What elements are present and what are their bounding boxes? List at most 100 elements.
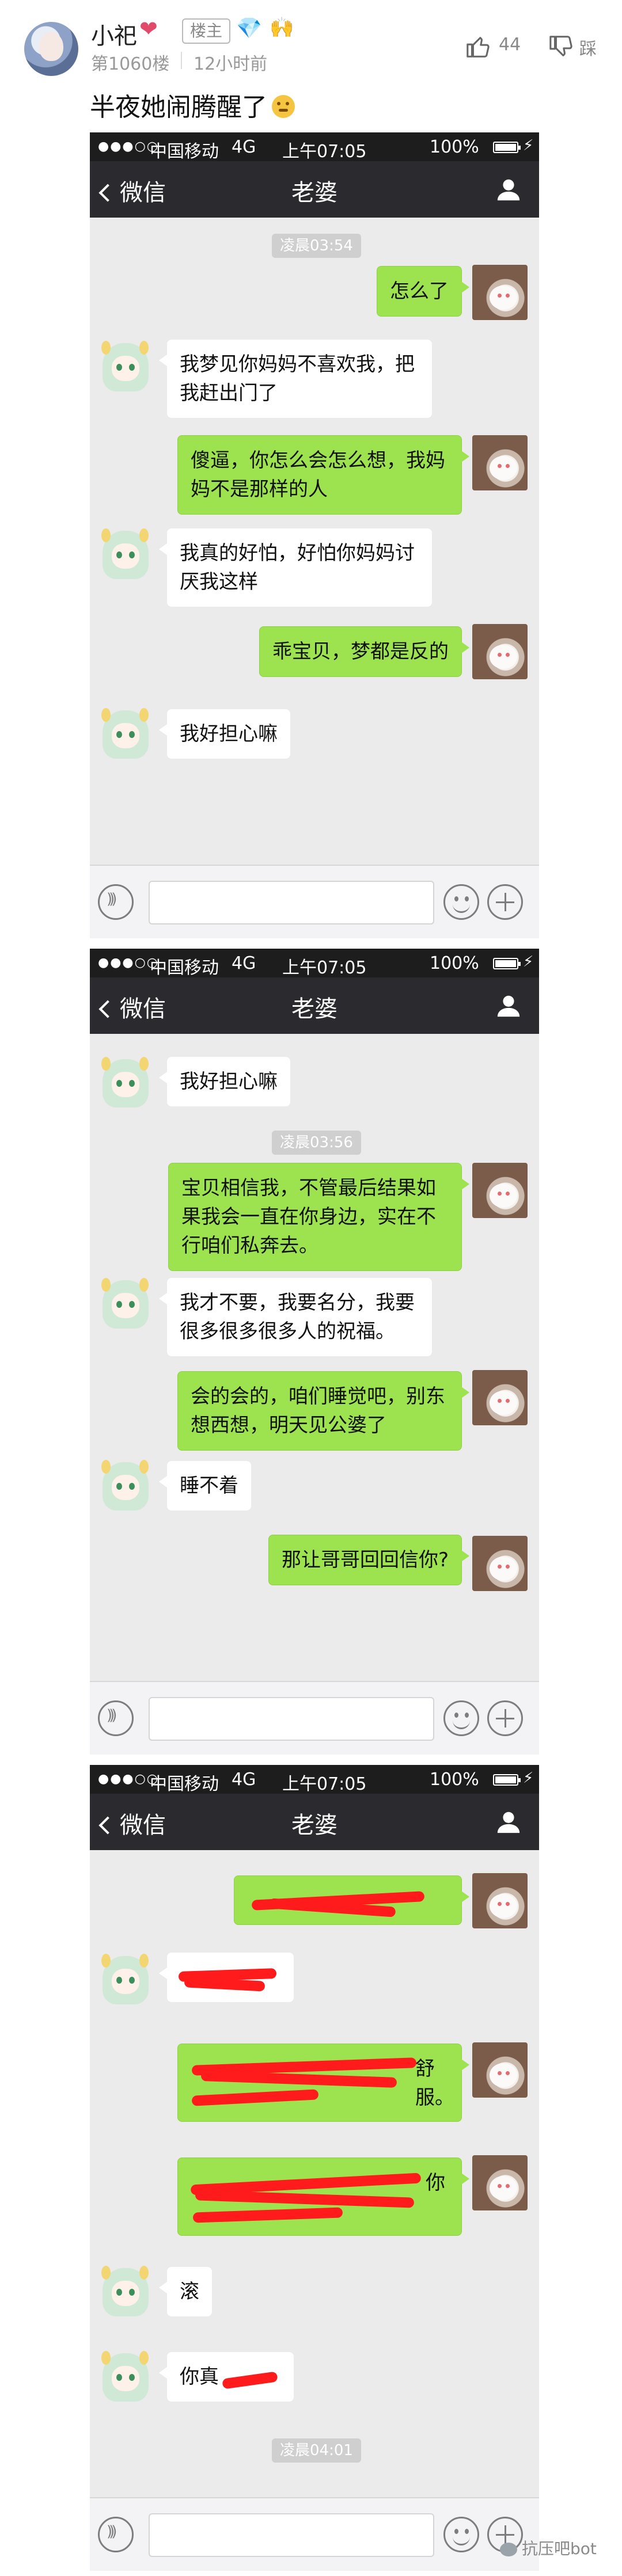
battery-percent: 100% <box>430 137 479 157</box>
voice-input-icon[interactable] <box>98 1700 134 1736</box>
like-count: 44 <box>499 35 521 55</box>
message-bubble-sent[interactable]: 会的会的，咱们睡觉吧，别东想西想，明天见公婆了 <box>177 1371 469 1451</box>
contact-avatar[interactable] <box>98 1057 153 1112</box>
charging-icon: ⚡ <box>523 137 534 154</box>
status-clock: 上午07:05 <box>282 142 367 162</box>
message-timestamp: 凌晨03:56 <box>272 1131 361 1155</box>
contact-profile-icon[interactable] <box>495 992 522 1019</box>
message-bubble-received[interactable]: 睡不着 <box>159 1461 251 1510</box>
contact-avatar[interactable] <box>98 2266 153 2321</box>
chat-title: 老婆 <box>291 180 337 206</box>
level-icon: 🙌 <box>270 16 294 39</box>
charging-icon: ⚡ <box>523 1770 534 1787</box>
charging-icon: ⚡ <box>523 953 534 971</box>
contact-profile-icon[interactable] <box>495 1809 522 1835</box>
battery-icon <box>493 1774 521 1786</box>
sleepy-emoji-icon <box>272 95 295 118</box>
contact-avatar[interactable] <box>98 1278 153 1333</box>
my-avatar[interactable] <box>472 1873 528 1928</box>
more-plus-icon[interactable] <box>487 1700 523 1736</box>
my-avatar[interactable] <box>472 624 528 679</box>
carrier-label: 中国移动 <box>150 142 219 162</box>
message-bubble-sent[interactable]: 傻逼，你怎么会怎么想，我妈妈不是那样的人 <box>177 435 469 515</box>
message-timestamp: 凌晨03:54 <box>272 234 361 258</box>
chat-title: 老婆 <box>291 996 337 1022</box>
emoji-icon[interactable] <box>443 884 479 920</box>
message-bubble-sent[interactable]: 你 <box>177 2158 469 2236</box>
post-header: 小祀 ❤ 楼主 💎 🙌 第1060楼 12小时前 44 踩 <box>0 0 622 86</box>
message-bubble-received[interactable]: 滚 <box>159 2267 212 2316</box>
message-bubble-received[interactable]: 我好担心嘛 <box>159 709 290 759</box>
battery-percent: 100% <box>430 1770 479 1790</box>
battery-percent: 100% <box>430 953 479 973</box>
diamond-icon: 💎 <box>236 17 262 40</box>
message-bubble-sent[interactable]: 舒服。 <box>177 2044 469 2122</box>
message-bubble-sent[interactable] <box>234 1875 469 1925</box>
network-label: 4G <box>232 953 256 973</box>
post-time: 12小时前 <box>194 54 268 74</box>
contact-avatar[interactable] <box>98 2351 153 2406</box>
my-avatar[interactable] <box>472 2042 528 2098</box>
input-bar <box>90 1681 539 1755</box>
contact-avatar[interactable] <box>98 341 153 396</box>
red-redaction-scribble <box>195 2190 415 2208</box>
my-avatar[interactable] <box>472 1536 528 1591</box>
emoji-icon[interactable] <box>443 2517 479 2552</box>
emoji-icon[interactable] <box>443 1700 479 1736</box>
message-bubble-received[interactable]: 我才不要，我要名分，我要很多很多很多人的祝福。 <box>159 1278 432 1356</box>
message-bubble-received[interactable] <box>159 1953 294 2002</box>
username[interactable]: 小祀 <box>91 17 137 51</box>
voice-input-icon[interactable] <box>98 884 134 920</box>
contact-avatar[interactable] <box>98 708 153 763</box>
redacted-text-tail: 你 <box>426 2171 445 2194</box>
contact-avatar[interactable] <box>98 528 153 584</box>
status-bar: ●●●○○ 中国移动 4G 上午07:05 100% ⚡ <box>90 132 539 162</box>
battery-icon <box>493 958 521 969</box>
red-redaction-scribble <box>200 2071 397 2088</box>
floor-number: 第1060楼 <box>91 54 170 74</box>
partial-text: 你真 <box>180 2365 219 2388</box>
thumbs-up-icon[interactable] <box>465 33 492 60</box>
divider <box>181 52 182 69</box>
message-input[interactable] <box>149 881 434 924</box>
watermark: 抗压吧bot <box>500 2536 597 2559</box>
my-avatar[interactable] <box>472 2155 528 2210</box>
message-bubble-sent[interactable]: 那让哥哥回回信你? <box>268 1535 470 1585</box>
dislike-label: 踩 <box>579 39 597 59</box>
chat-navbar: 微信 老婆 <box>90 1794 539 1850</box>
message-timestamp: 凌晨04:01 <box>272 2438 361 2463</box>
more-plus-icon[interactable] <box>487 884 523 920</box>
my-avatar[interactable] <box>472 1163 528 1218</box>
post-title-text: 半夜她闹腾醒了 <box>90 93 267 122</box>
thumbs-down-icon[interactable] <box>548 33 575 60</box>
contact-profile-icon[interactable] <box>495 176 522 203</box>
red-redaction-scribble <box>191 2089 319 2106</box>
network-label: 4G <box>232 1770 256 1790</box>
chat-screenshot-2: ●●●○○ 中国移动 4G 上午07:05 100% ⚡ 微信 老婆 我好担心嘛… <box>90 949 539 1755</box>
my-avatar[interactable] <box>472 265 528 320</box>
my-avatar[interactable] <box>472 1370 528 1425</box>
input-bar <box>90 2497 539 2571</box>
my-avatar[interactable] <box>472 435 528 490</box>
message-input[interactable] <box>149 2513 434 2557</box>
message-bubble-received[interactable]: 我真的好怕，好怕你妈妈讨厌我这样 <box>159 528 432 607</box>
message-bubble-received[interactable]: 我梦见你妈妈不喜欢我，把我赶出门了 <box>159 340 432 418</box>
contact-avatar[interactable] <box>98 1460 153 1515</box>
message-bubble-sent[interactable]: 怎么了 <box>377 266 469 317</box>
message-bubble-sent[interactable]: 乖宝贝，梦都是反的 <box>259 626 469 677</box>
input-bar <box>90 865 539 938</box>
contact-avatar[interactable] <box>98 1954 153 2009</box>
status-clock: 上午07:05 <box>282 1774 367 1794</box>
voice-input-icon[interactable] <box>98 2517 134 2552</box>
red-redaction-scribble <box>192 2207 343 2223</box>
message-bubble-sent[interactable]: 宝贝相信我，不管最后结果如果我会一直在你身边，实在不行咱们私奔去。 <box>168 1163 469 1271</box>
post-title: 半夜她闹腾醒了 <box>90 86 295 123</box>
carrier-label: 中国移动 <box>150 1774 219 1794</box>
carrier-label: 中国移动 <box>150 958 219 978</box>
chat-screenshot-3: ●●●○○ 中国移动 4G 上午07:05 100% ⚡ 微信 老婆 舒服。 你… <box>90 1765 539 2571</box>
message-bubble-received[interactable]: 你真 <box>159 2352 294 2402</box>
user-avatar[interactable] <box>24 22 78 76</box>
message-input[interactable] <box>149 1697 434 1741</box>
message-bubble-received[interactable]: 我好担心嘛 <box>159 1057 290 1106</box>
chat-navbar: 微信 老婆 <box>90 977 539 1034</box>
